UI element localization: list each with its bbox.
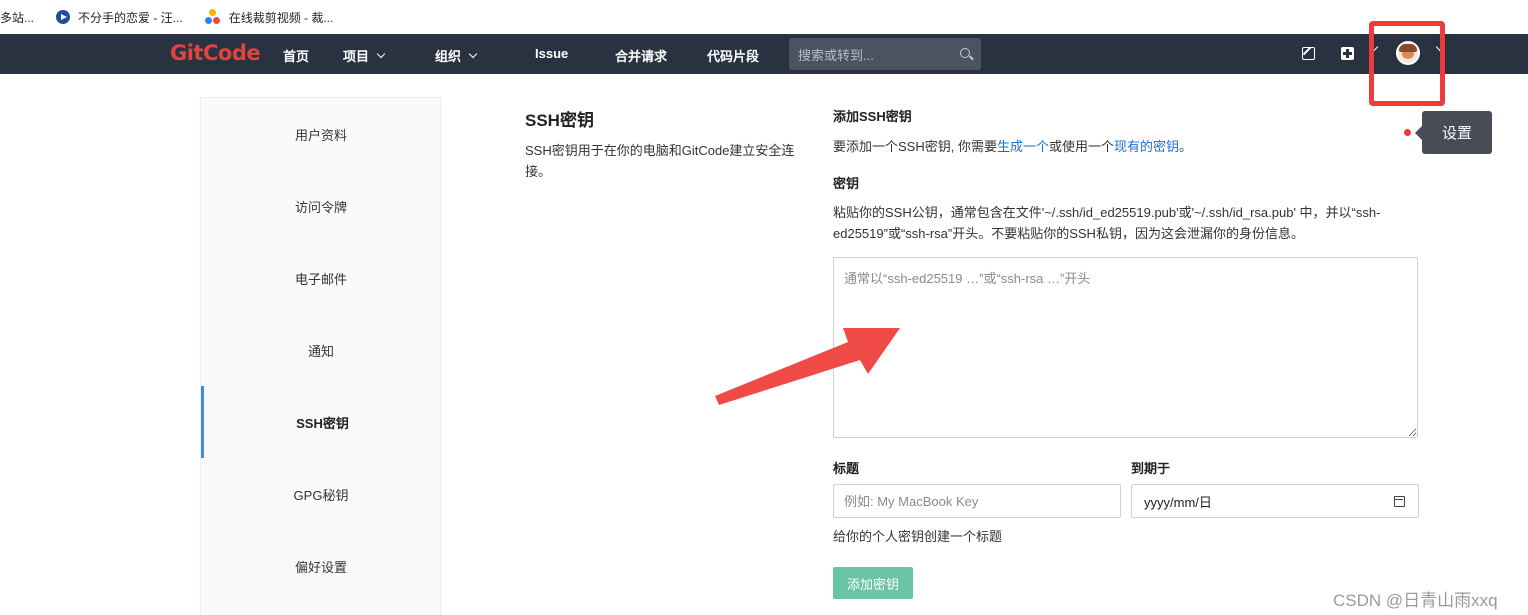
sidebar-item-gpg-keys[interactable]: GPG秘钥 [201,458,441,530]
bookmark-label: 在线裁剪视频 - 裁... [228,10,334,25]
nav-issue-label: Issue [535,46,569,61]
gitcode-logo[interactable]: GitCode [170,41,261,65]
existing-key-link[interactable]: 现有的密钥 [1114,139,1179,154]
key-help-text: 粘贴你的SSH公钥，通常包含在文件'~/.ssh/id_ed25519.pub'… [833,205,1381,241]
annotation-dot [1404,129,1411,136]
chevron-down-icon [468,49,478,58]
settings-tooltip: 设置 [1415,111,1492,154]
sidebar-item-profile[interactable]: 用户资料 [201,98,441,170]
watermark: CSDN @日青山雨xxq [1333,591,1498,610]
play-icon [56,10,71,24]
calendar-icon[interactable] [1394,496,1405,507]
nav-merge-requests-label: 合并请求 [615,49,668,64]
title-label: 标题 [833,461,860,476]
sidebar-item-emails[interactable]: 电子邮件 [201,242,441,314]
bookmarks-bar: 多站... 不分手的恋爱 - 汪... 在线裁剪视频 - 裁... [0,0,1528,34]
nav-projects-label: 项目 [343,49,370,64]
title-help-text: 给你的个人密钥创建一个标题 [833,529,1003,544]
annotation-highlight-box [1369,21,1445,106]
edit-icon[interactable] [1302,47,1315,60]
nav-groups-label: 组织 [435,49,462,64]
form-intro: 要添加一个SSH密钥, 你需要生成一个或使用一个现有的密钥。 [833,136,1192,155]
bookmark-3[interactable]: 在线裁剪视频 - 裁... [204,9,334,26]
sidebar-item-access-tokens[interactable]: 访问令牌 [201,170,441,242]
generate-key-link[interactable]: 生成一个 [997,139,1049,154]
title-input[interactable] [833,484,1121,518]
nav-projects[interactable]: 项目 [343,46,386,65]
chevron-down-icon [376,49,386,58]
key-label: 密钥 [833,176,860,191]
form-intro-text: 。 [1179,139,1193,154]
page-description: SSH密钥用于在你的电脑和GitCode建立安全连接。 [525,143,795,179]
nav-home-label: 首页 [283,49,310,64]
bookmark-1[interactable]: 多站... [0,9,34,26]
sidebar-item-notifications[interactable]: 通知 [201,314,441,386]
sidebar-item-ssh-keys[interactable]: SSH密钥 [201,386,441,458]
nav-merge-requests[interactable]: 合并请求 [615,46,667,65]
settings-sidebar: 用户资料 访问令牌 电子邮件 通知 SSH密钥 GPG秘钥 偏好设置 [200,97,441,615]
form-intro-text: 或使用一个 [1048,139,1114,154]
page-title: SSH密钥 [525,111,594,130]
bookmark-label: 多站... [0,10,35,25]
bookmark-2[interactable]: 不分手的恋爱 - 汪... [56,9,183,26]
sidebar-item-preferences[interactable]: 偏好设置 [201,530,441,602]
plus-icon[interactable] [1341,47,1354,60]
search-input[interactable]: 搜索或转到... [789,38,981,70]
form-intro-text: 要添加一个SSH密钥, 你需要 [833,139,997,154]
nav-groups[interactable]: 组织 [435,46,478,65]
nav-home[interactable]: 首页 [283,46,309,65]
search-placeholder: 搜索或转到... [798,47,874,63]
key-textarea[interactable] [833,257,1418,438]
expires-date-value: yyyy/mm/日 [1144,494,1212,510]
expires-date-input[interactable]: yyyy/mm/日 [1131,484,1419,518]
form-title: 添加SSH密钥 [833,109,912,124]
nav-issue[interactable]: Issue [535,46,568,61]
add-key-button[interactable]: 添加密钥 [833,567,913,599]
top-navbar: GitCode 首页 项目 组织 Issue 合并请求 代码片段 搜索或转到..… [0,34,1528,74]
nav-snippets-label: 代码片段 [707,49,760,64]
bookmark-label: 不分手的恋爱 - 汪... [78,10,183,25]
colored-dots-icon [204,9,221,25]
nav-snippets[interactable]: 代码片段 [707,46,759,65]
search-icon [960,48,970,58]
expires-label: 到期于 [1131,461,1171,476]
